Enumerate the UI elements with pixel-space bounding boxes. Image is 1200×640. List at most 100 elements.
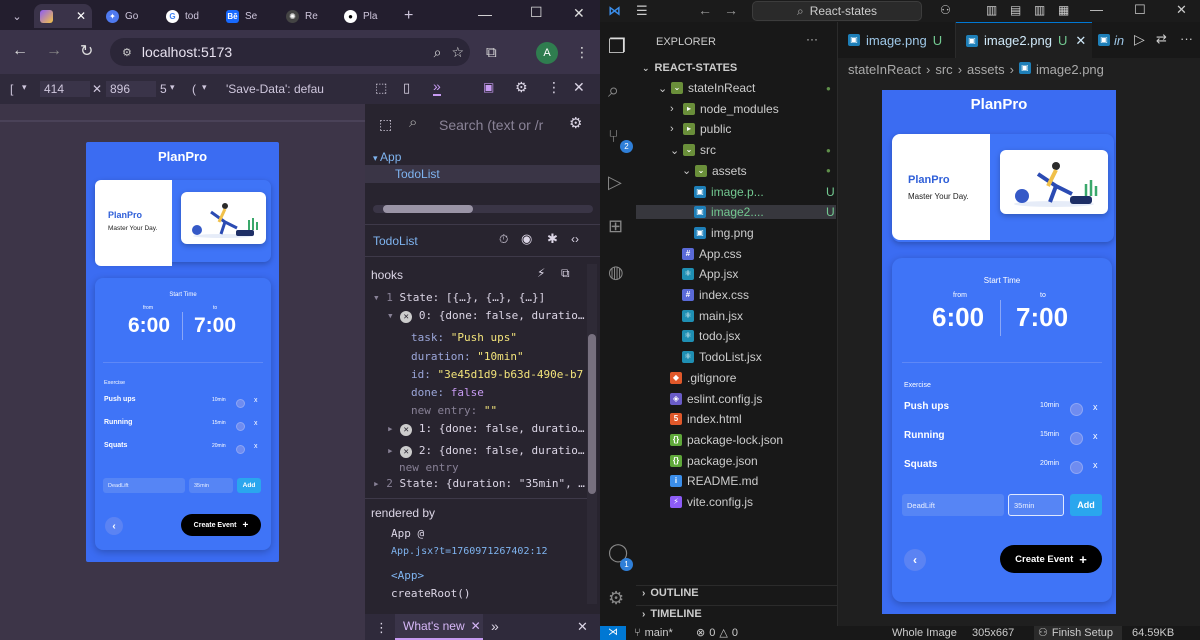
copy-icon[interactable]: ⧉: [561, 266, 570, 281]
image-zoom-mode[interactable]: Whole Image: [892, 626, 957, 640]
kebab-menu-icon[interactable]: ⋮: [547, 79, 561, 96]
file-tree-item[interactable]: {} package-lock.json: [670, 433, 783, 447]
command-center[interactable]: ⌕ React-states: [752, 1, 922, 21]
toggle-secondary-icon[interactable]: ▥: [1034, 3, 1045, 17]
maximize-icon[interactable]: ☐: [1134, 2, 1146, 18]
prop-value[interactable]: "3e45d1d9-b63d-490e-b7: [438, 368, 584, 381]
file-tree-item[interactable]: i README.md: [670, 474, 758, 488]
file-tree-item[interactable]: ▣ img.png: [694, 226, 754, 240]
suspend-icon[interactable]: ⏱: [499, 232, 508, 247]
browser-tab-behance[interactable]: Bē Se: [220, 4, 276, 28]
nav-back-icon[interactable]: ←: [698, 2, 712, 18]
toggle-panel-icon[interactable]: ▤: [1010, 3, 1021, 17]
horizontal-scrollbar[interactable]: [373, 205, 593, 213]
create-event-button[interactable]: Create Event +: [1000, 545, 1102, 573]
run-icon[interactable]: ▷: [1134, 31, 1145, 48]
settings-gear-icon[interactable]: ⚙: [515, 79, 528, 96]
browser-tab-google[interactable]: Gtod: [160, 4, 216, 28]
prop-value[interactable]: "": [484, 404, 497, 417]
extensions-icon[interactable]: ⧉: [486, 44, 497, 61]
tab-whats-new[interactable]: What's new ✕: [395, 614, 483, 640]
state-item-0[interactable]: ▾ ✕ 0: {done: false, duratio…: [387, 309, 622, 323]
project-header[interactable]: ⌄ REACT-STATES: [642, 62, 737, 74]
browser-tab-active[interactable]: ✕: [34, 4, 92, 28]
more-panels-icon[interactable]: »: [433, 78, 441, 96]
extensions-icon[interactable]: ⊞: [608, 216, 623, 237]
menu-hamburger-icon[interactable]: ☰: [636, 3, 648, 19]
throttle-select[interactable]: (: [192, 82, 196, 96]
state-item-1[interactable]: ▸ ✕ 1: {done: false, duratio…: [387, 422, 622, 436]
remove-item-icon[interactable]: ✕: [400, 446, 413, 458]
issues-icon[interactable]: ▣: [483, 80, 494, 94]
task-input[interactable]: DeadLift: [103, 478, 185, 493]
task-done-toggle[interactable]: [236, 399, 245, 408]
file-tree-item[interactable]: ⚛ App.jsx: [682, 267, 738, 281]
file-tree-item[interactable]: ⚡ vite.config.js: [670, 495, 753, 509]
tree-item-todolist[interactable]: TodoList: [365, 165, 600, 183]
outline-section[interactable]: › OUTLINE: [642, 587, 699, 599]
breadcrumb-item[interactable]: stateInReact: [848, 62, 921, 77]
hook-state-2[interactable]: ▸ 2 State: {duration: "35min", …: [373, 477, 608, 490]
github-icon[interactable]: ◍: [608, 262, 624, 283]
file-tree-item[interactable]: ◈ eslint.config.js: [670, 392, 762, 406]
maximize-icon[interactable]: ☐: [530, 4, 543, 21]
code-icon[interactable]: ‹›: [571, 232, 579, 246]
component-search-input[interactable]: Search (text or /r: [439, 117, 543, 133]
file-tree-item[interactable]: ▣ image2.... U: [636, 205, 836, 220]
file-tree-item[interactable]: ◆ .gitignore: [670, 371, 736, 385]
more-actions-icon[interactable]: ···: [806, 32, 818, 46]
profile-avatar[interactable]: A: [536, 42, 558, 64]
to-time[interactable]: 7:00: [194, 314, 236, 338]
close-icon[interactable]: ✕: [76, 9, 86, 23]
save-data-select[interactable]: 'Save-Data': defau: [226, 82, 324, 96]
nav-forward-icon[interactable]: →: [724, 2, 738, 18]
source-link[interactable]: App.jsx?t=1760971267402:12: [391, 546, 626, 557]
file-tree-item[interactable]: ⚛ main.jsx: [682, 309, 743, 323]
finish-setup-button[interactable]: ⚇ Finish Setup: [1034, 626, 1122, 640]
window-close-icon[interactable]: ✕: [573, 5, 585, 22]
more-menu-icon[interactable]: ⋮: [575, 44, 589, 61]
manage-gear-icon[interactable]: ⚙: [608, 588, 624, 609]
task-remove-button[interactable]: x: [1093, 431, 1098, 441]
tab-search-button[interactable]: ⌄: [4, 4, 30, 28]
file-tree-item[interactable]: # index.css: [682, 288, 749, 302]
prop-value[interactable]: false: [451, 386, 484, 399]
source-control-icon[interactable]: ⑂: [608, 126, 619, 147]
new-entry-row[interactable]: new entry: [399, 461, 634, 474]
reload-icon[interactable]: ↻: [80, 41, 93, 61]
browser-tab-gemini[interactable]: ✦ Go: [100, 4, 154, 28]
back-arrow-icon[interactable]: ←: [12, 42, 28, 60]
file-tree-item[interactable]: ⚛ TodoList.jsx: [682, 350, 762, 364]
file-tree-item[interactable]: {} package.json: [670, 454, 758, 468]
task-remove-button[interactable]: x: [1093, 402, 1098, 412]
task-done-toggle[interactable]: [1070, 432, 1083, 445]
viewport-height-input[interactable]: 896: [106, 81, 156, 97]
back-button[interactable]: ‹: [904, 549, 926, 571]
device-select[interactable]: [: [10, 82, 13, 96]
breadcrumb-item[interactable]: assets: [967, 62, 1005, 77]
close-devtools-icon[interactable]: ✕: [573, 79, 585, 96]
task-done-toggle[interactable]: [1070, 461, 1083, 474]
file-tree-item[interactable]: › ▸ public: [670, 122, 731, 136]
editor-tab-preview[interactable]: ▣ in: [1092, 22, 1128, 58]
viewport-width-input[interactable]: 414: [40, 81, 90, 97]
window-close-icon[interactable]: ✕: [1176, 2, 1187, 18]
address-bar[interactable]: ⚙ localhost:5173 ⌕ ☆: [110, 38, 470, 66]
settings-gear-icon[interactable]: ⚙: [569, 114, 582, 132]
bug-icon[interactable]: ✱: [547, 231, 558, 247]
remote-icon[interactable]: ⋊: [600, 626, 626, 640]
browser-tab-github[interactable]: ● Pla: [338, 4, 394, 28]
more-actions-icon[interactable]: ···: [1180, 31, 1193, 46]
duration-input[interactable]: 35min: [1008, 494, 1064, 516]
task-done-toggle[interactable]: [236, 445, 245, 454]
copilot-icon[interactable]: ⚇: [940, 3, 951, 17]
file-tree-item[interactable]: ⌄ ⌄ stateInReact ●: [658, 81, 831, 95]
prop-value[interactable]: "10min": [477, 350, 523, 363]
file-tree-item[interactable]: # App.css: [682, 247, 742, 261]
more-tabs-icon[interactable]: »: [491, 618, 499, 634]
remove-item-icon[interactable]: ✕: [400, 311, 413, 323]
minimize-icon[interactable]: —: [1090, 2, 1103, 17]
owner-app[interactable]: App @: [391, 527, 626, 540]
prop-value[interactable]: "Push ups": [451, 331, 517, 344]
select-component-icon[interactable]: ⬚: [379, 116, 392, 133]
